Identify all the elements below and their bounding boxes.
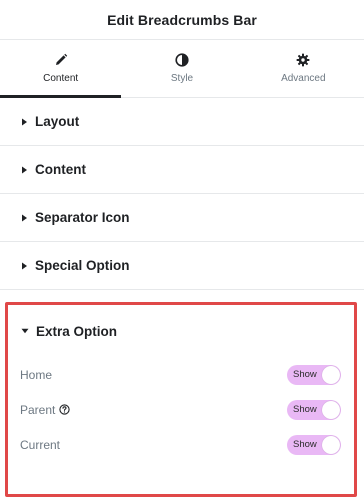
control-label: Home bbox=[20, 368, 52, 382]
tab-label: Advanced bbox=[281, 73, 326, 84]
parent-toggle[interactable]: Show bbox=[287, 399, 341, 420]
section-title: Layout bbox=[35, 114, 80, 129]
toggle-label: Show bbox=[293, 438, 317, 450]
control-label: Current bbox=[20, 438, 60, 452]
caret-right-icon bbox=[22, 214, 27, 221]
pencil-icon bbox=[55, 53, 67, 65]
tab-content[interactable]: Content bbox=[0, 40, 122, 98]
section-extra-option: Extra Option Home Show Parent Show Curre… bbox=[5, 302, 357, 497]
control-label-text: Current bbox=[20, 437, 61, 452]
half-circle-icon bbox=[175, 53, 189, 67]
panel-tabs: Content Style Advanced bbox=[0, 40, 364, 98]
toggle-knob bbox=[322, 400, 340, 419]
panel-title: Edit Breadcrumbs Bar bbox=[107, 11, 257, 28]
caret-right-icon bbox=[22, 262, 27, 269]
toggle-label: Show bbox=[293, 368, 317, 380]
panel-header: Edit Breadcrumbs Bar bbox=[0, 0, 364, 40]
section-title: Special Option bbox=[35, 258, 130, 273]
tab-style[interactable]: Style bbox=[121, 40, 242, 97]
control-current: Current Show bbox=[8, 427, 354, 462]
tab-label: Style bbox=[170, 73, 194, 84]
control-home: Home Show bbox=[8, 357, 354, 392]
control-label-text: Parent bbox=[20, 402, 56, 417]
control-parent: Parent Show bbox=[8, 392, 354, 427]
caret-right-icon bbox=[22, 118, 27, 125]
tab-advanced[interactable]: Advanced bbox=[243, 40, 364, 97]
toggle-label: Show bbox=[293, 403, 317, 415]
section-title: Separator Icon bbox=[35, 210, 130, 225]
control-label-text: Home bbox=[20, 367, 53, 382]
tab-label: Content bbox=[43, 73, 79, 84]
section-title: Extra Option bbox=[36, 323, 118, 339]
section-extra-option-header[interactable]: Extra Option bbox=[8, 305, 354, 357]
toggle-knob bbox=[322, 365, 340, 384]
home-toggle[interactable]: Show bbox=[287, 364, 341, 385]
caret-down-icon bbox=[21, 328, 29, 334]
gear-icon bbox=[296, 53, 310, 67]
control-label: Parent bbox=[20, 402, 71, 417]
caret-right-icon bbox=[22, 166, 27, 173]
section-separator-icon[interactable]: Separator Icon bbox=[0, 194, 364, 242]
current-toggle[interactable]: Show bbox=[287, 434, 341, 455]
section-title: Content bbox=[35, 162, 86, 177]
section-content[interactable]: Content bbox=[0, 146, 364, 194]
question-circle-icon[interactable] bbox=[59, 404, 71, 415]
section-special-option[interactable]: Special Option bbox=[0, 242, 364, 290]
toggle-knob bbox=[322, 435, 340, 454]
section-layout[interactable]: Layout bbox=[0, 98, 364, 146]
